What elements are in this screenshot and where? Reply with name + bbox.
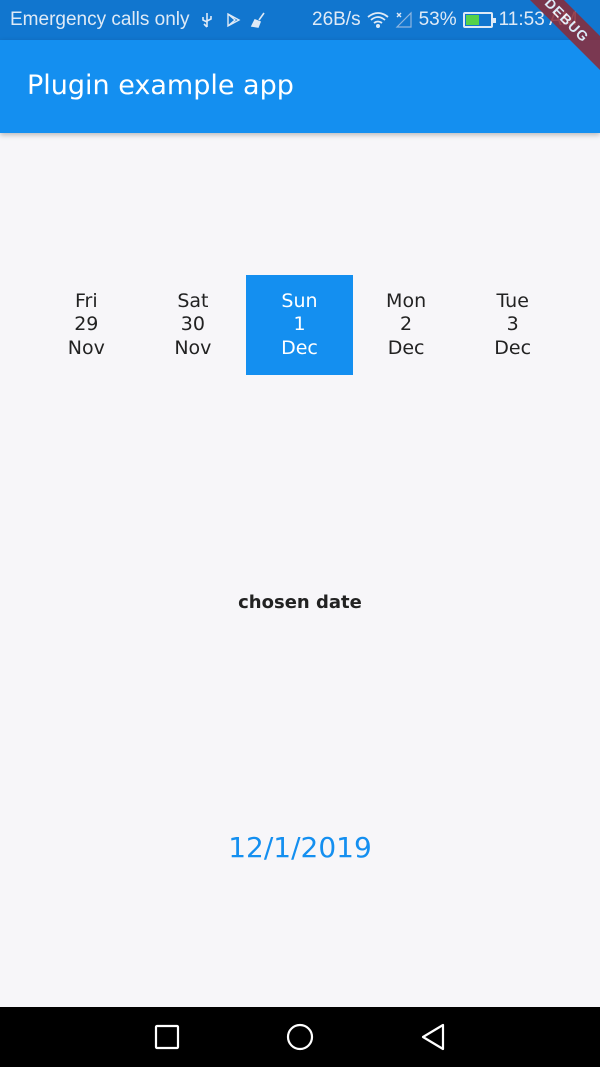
date-item-0[interactable]: Fri 29 Nov <box>33 275 140 375</box>
date-weekday: Sat <box>177 289 209 312</box>
battery-percent: 53% <box>418 9 457 30</box>
chosen-date-value: 12/1/2019 <box>228 831 372 864</box>
battery-icon <box>462 12 496 28</box>
date-month: Nov <box>67 336 105 359</box>
date-picker-strip[interactable]: Fri 29 Nov Sat 30 Nov Sun 1 Dec Mon 2 De… <box>33 275 566 375</box>
usb-icon <box>201 13 212 28</box>
wifi-icon <box>367 12 389 28</box>
date-month: Dec <box>281 336 318 359</box>
system-nav-bar <box>0 1007 600 1067</box>
status-bar: Emergency calls only 26B/s 53% 11:53 AM <box>0 0 600 40</box>
date-item-2[interactable]: Sun 1 Dec <box>246 275 353 375</box>
date-month: Dec <box>387 336 425 359</box>
date-month: Dec <box>494 336 532 359</box>
back-triangle-icon[interactable] <box>418 1022 448 1052</box>
date-day: 2 <box>400 313 413 336</box>
battery-tip <box>492 18 496 23</box>
date-day: 30 <box>180 313 205 336</box>
date-day: 1 <box>293 313 306 336</box>
battery-level <box>465 15 480 25</box>
date-day: 29 <box>74 313 99 336</box>
date-weekday: Tue <box>496 289 529 312</box>
play-store-icon <box>226 12 240 28</box>
broom-icon <box>250 12 265 28</box>
app-bar: Plugin example app <box>0 40 600 133</box>
signal-icon <box>395 11 412 28</box>
date-weekday: Sun <box>281 289 318 312</box>
date-item-4[interactable]: Tue 3 Dec <box>459 275 566 375</box>
app-title: Plugin example app <box>27 70 294 101</box>
date-item-1[interactable]: Sat 30 Nov <box>140 275 247 375</box>
net-speed: 26B/s <box>312 9 361 30</box>
carrier-text: Emergency calls only <box>10 9 190 30</box>
chosen-date-label: chosen date <box>238 592 362 613</box>
date-weekday: Mon <box>386 289 427 312</box>
date-item-3[interactable]: Mon 2 Dec <box>353 275 460 375</box>
date-weekday: Fri <box>74 289 98 312</box>
recents-square-icon[interactable] <box>152 1022 182 1052</box>
date-month: Nov <box>174 336 212 359</box>
home-circle-icon[interactable] <box>285 1022 315 1052</box>
date-day: 3 <box>506 313 519 336</box>
